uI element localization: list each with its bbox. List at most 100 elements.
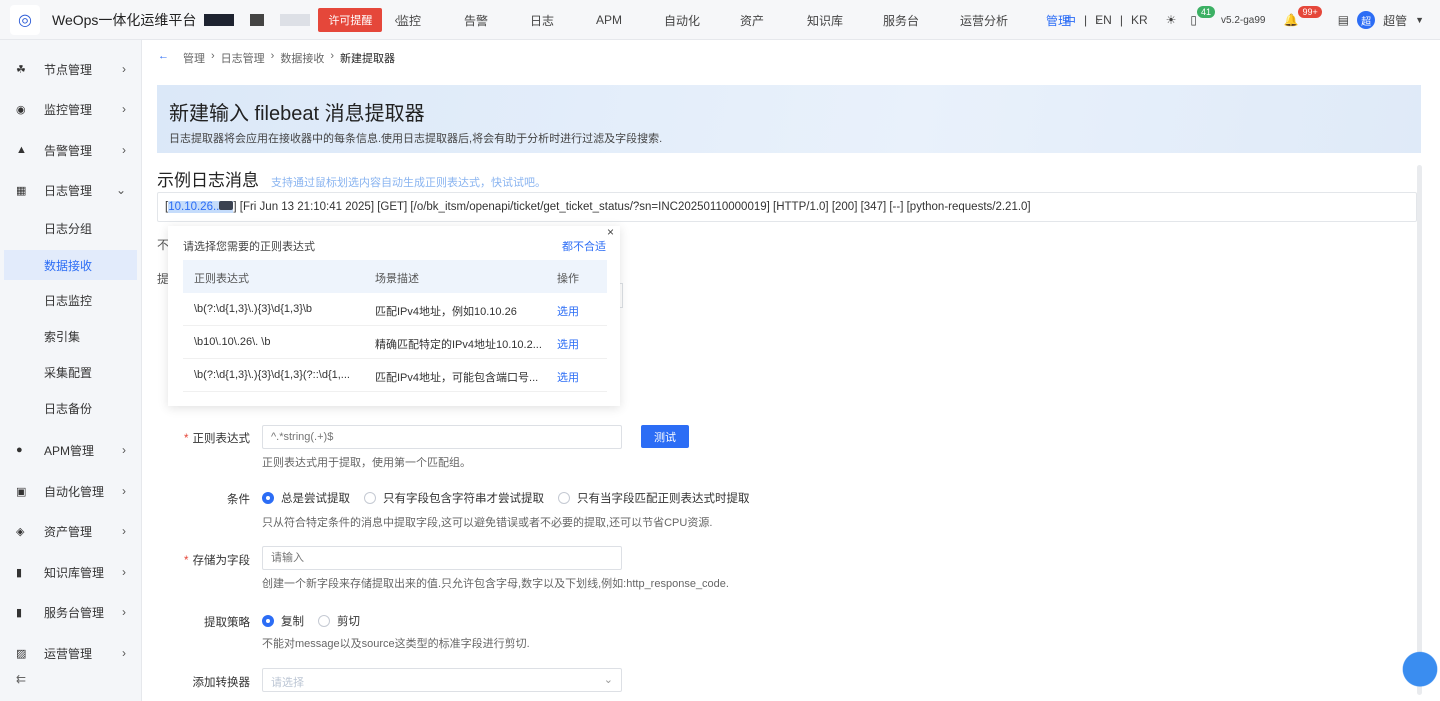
breadcrumb-log-manage[interactable]: 日志管理: [221, 50, 265, 66]
table-row: \b10\.10\.26\. \b 精确匹配特定的IPv4地址10.10.2..…: [183, 326, 607, 359]
app-name: WeOps一体化运维平台: [52, 10, 196, 30]
chevron-right-icon: ›: [122, 443, 126, 457]
chevron-right-icon: ›: [122, 524, 126, 538]
row-regex: \b(?:\d{1,3}\.){3}\d{1,3}(?::\d{1,...: [194, 369, 350, 381]
license-reminder-button[interactable]: 许可提醒: [318, 8, 382, 32]
log-selection[interactable]: 10.10.26..: [168, 201, 233, 213]
sidebar-item-label: 资产管理: [44, 523, 92, 540]
sample-hint: 支持通过鼠标划选内容自动生成正则表达式，快试试吧。: [271, 177, 546, 189]
store-field-help: 创建一个新字段来存储提取出来的值.只允许包含字母,数字以及下划线,例如:http…: [262, 575, 729, 591]
cluster-icon: ☘: [16, 63, 28, 76]
radio-icon: [364, 492, 376, 504]
toolbox-icon: ▣: [16, 485, 28, 498]
condition-regex-match[interactable]: 只有当字段匹配正则表达式时提取: [558, 490, 750, 506]
theme-sun-icon[interactable]: ☀: [1166, 13, 1177, 27]
header-regex: 正则表达式: [194, 270, 249, 286]
row-desc: 精确匹配特定的IPv4地址10.10.2...: [375, 336, 542, 352]
sidebar-sub-log-group[interactable]: 日志分组: [4, 213, 137, 243]
back-arrow-icon[interactable]: ←: [158, 50, 169, 66]
sidebar-sub-data-receive[interactable]: 数据接收: [4, 250, 137, 280]
condition-contains[interactable]: 只有字段包含字符串才尝试提取: [364, 490, 544, 506]
breadcrumb-data-receive[interactable]: 数据接收: [280, 50, 324, 66]
breadcrumb-manage[interactable]: 管理: [183, 50, 205, 66]
radio-checked-icon: [262, 615, 274, 627]
nav-operation-analysis[interactable]: 运营分析: [960, 12, 1008, 29]
lang-zh[interactable]: 中: [1064, 12, 1076, 29]
sidebar-item-operation[interactable]: ▨运营管理›: [0, 635, 142, 671]
nav-knowledge[interactable]: 知识库: [807, 12, 843, 29]
task-list-icon[interactable]: ▤: [1338, 13, 1349, 27]
chevron-right-icon: ›: [122, 646, 126, 660]
close-icon[interactable]: ×: [607, 225, 614, 239]
sidebar-item-monitor[interactable]: ◉监控管理›: [0, 91, 142, 127]
strategy-copy[interactable]: 复制: [262, 613, 304, 629]
regex-label: *正则表达式: [130, 430, 250, 446]
sidebar-item-alarm[interactable]: ▲告警管理›: [0, 132, 142, 168]
page-title: 新建输入 filebeat 消息提取器: [169, 97, 1409, 126]
regex-input[interactable]: [262, 425, 622, 449]
nav-log[interactable]: 日志: [530, 12, 554, 29]
avatar[interactable]: 超: [1357, 11, 1375, 29]
sidebar-item-log[interactable]: ▦日志管理⌄: [0, 172, 142, 208]
collapse-sidebar-icon[interactable]: ⇇: [16, 672, 26, 686]
user-name[interactable]: 超管: [1383, 12, 1407, 29]
table-row: \b(?:\d{1,3}\.){3}\d{1,3}(?::\d{1,... 匹配…: [183, 359, 607, 392]
sidebar-sub-index-set[interactable]: 索引集: [4, 321, 137, 351]
sidebar-item-service-desk[interactable]: ▮服务台管理›: [0, 594, 142, 630]
none-suitable-link[interactable]: 都不合适: [562, 238, 606, 254]
radio-icon: [558, 492, 570, 504]
nav-alarm[interactable]: 告警: [464, 12, 488, 29]
regex-suggestion-popup: × 请选择您需要的正则表达式 都不合适 正则表达式 场景描述 操作 \b(?:\…: [168, 226, 620, 406]
radio-icon: [318, 615, 330, 627]
row-desc: 匹配IPv4地址，可能包含端口号...: [375, 369, 538, 385]
strategy-label: 提取策略: [130, 614, 250, 630]
nav-apm[interactable]: APM: [596, 13, 622, 27]
sidebar-item-knowledge[interactable]: ▮知识库管理›: [0, 554, 142, 590]
nav-automation[interactable]: 自动化: [664, 12, 700, 29]
sidebar-item-node[interactable]: ☘节点管理›: [0, 51, 142, 87]
popup-title: 请选择您需要的正则表达式: [183, 238, 315, 254]
select-button[interactable]: 选用: [557, 303, 579, 319]
bell-icon[interactable]: 🔔: [1283, 13, 1298, 27]
sidebar: ☘ 节点管理 › ◉监控管理› ▲告警管理› ▦日志管理⌄ 日志分组 数据接收 日志…: [0, 40, 142, 701]
chevron-right-icon: ›: [122, 565, 126, 579]
strategy-cut[interactable]: 剪切: [318, 613, 360, 629]
webcam-icon: ◉: [16, 103, 28, 116]
sidebar-item-label: 服务台管理: [44, 604, 104, 621]
lang-en[interactable]: EN: [1095, 13, 1112, 27]
selected-text: 10.10.26..: [168, 201, 219, 213]
nav-monitor[interactable]: 监控: [397, 12, 421, 29]
sidebar-sub-collect-config[interactable]: 采集配置: [4, 357, 137, 387]
sample-log-message[interactable]: [10.10.26..] [Fri Jun 13 21:10:41 2025] …: [157, 192, 1417, 222]
sidebar-item-automation[interactable]: ▣自动化管理›: [0, 473, 142, 509]
condition-always[interactable]: 总是尝试提取: [262, 490, 350, 506]
row-desc: 匹配IPv4地址，例如10.10.26: [375, 303, 517, 319]
caret-down-icon[interactable]: ▼: [1415, 15, 1424, 25]
select-button[interactable]: 选用: [557, 369, 579, 385]
condition-label: 条件: [130, 491, 250, 507]
chevron-right-icon: ›: [122, 143, 126, 157]
sidebar-item-asset[interactable]: ◈资产管理›: [0, 513, 142, 549]
nav-service-desk[interactable]: 服务台: [883, 12, 919, 29]
store-field-input[interactable]: [262, 546, 622, 570]
assistant-mascot-icon[interactable]: [1400, 632, 1440, 694]
sidebar-item-label: APM管理: [44, 442, 94, 459]
scrollbar[interactable]: [1417, 165, 1422, 695]
header-right: 中| EN| KR ☀ ▯41 v5.2-ga99 🔔99+ ▤ 超 超管▼: [1064, 0, 1424, 40]
sidebar-sub-log-monitor[interactable]: 日志监控: [4, 285, 137, 315]
row-regex: \b(?:\d{1,3}\.){3}\d{1,3}\b: [194, 303, 312, 315]
sidebar-item-label: 节点管理: [44, 61, 92, 78]
lang-kr[interactable]: KR: [1131, 13, 1148, 27]
sample-title: 示例日志消息: [157, 171, 259, 190]
document-icon[interactable]: ▯: [1190, 13, 1197, 27]
sidebar-item-label: 知识库管理: [44, 564, 104, 581]
sidebar-item-apm[interactable]: ●APM管理›: [0, 432, 142, 468]
sidebar-sub-log-backup[interactable]: 日志备份: [4, 393, 137, 423]
nav-asset[interactable]: 资产: [740, 12, 764, 29]
header-desc: 场景描述: [375, 270, 419, 286]
select-button[interactable]: 选用: [557, 336, 579, 352]
test-button[interactable]: 测试: [641, 425, 689, 448]
condition-radio-group: 总是尝试提取 只有字段包含字符串才尝试提取 只有当字段匹配正则表达式时提取: [262, 490, 750, 506]
doc-badge: 41: [1197, 6, 1215, 18]
converter-select[interactable]: 请选择⌄: [262, 668, 622, 692]
